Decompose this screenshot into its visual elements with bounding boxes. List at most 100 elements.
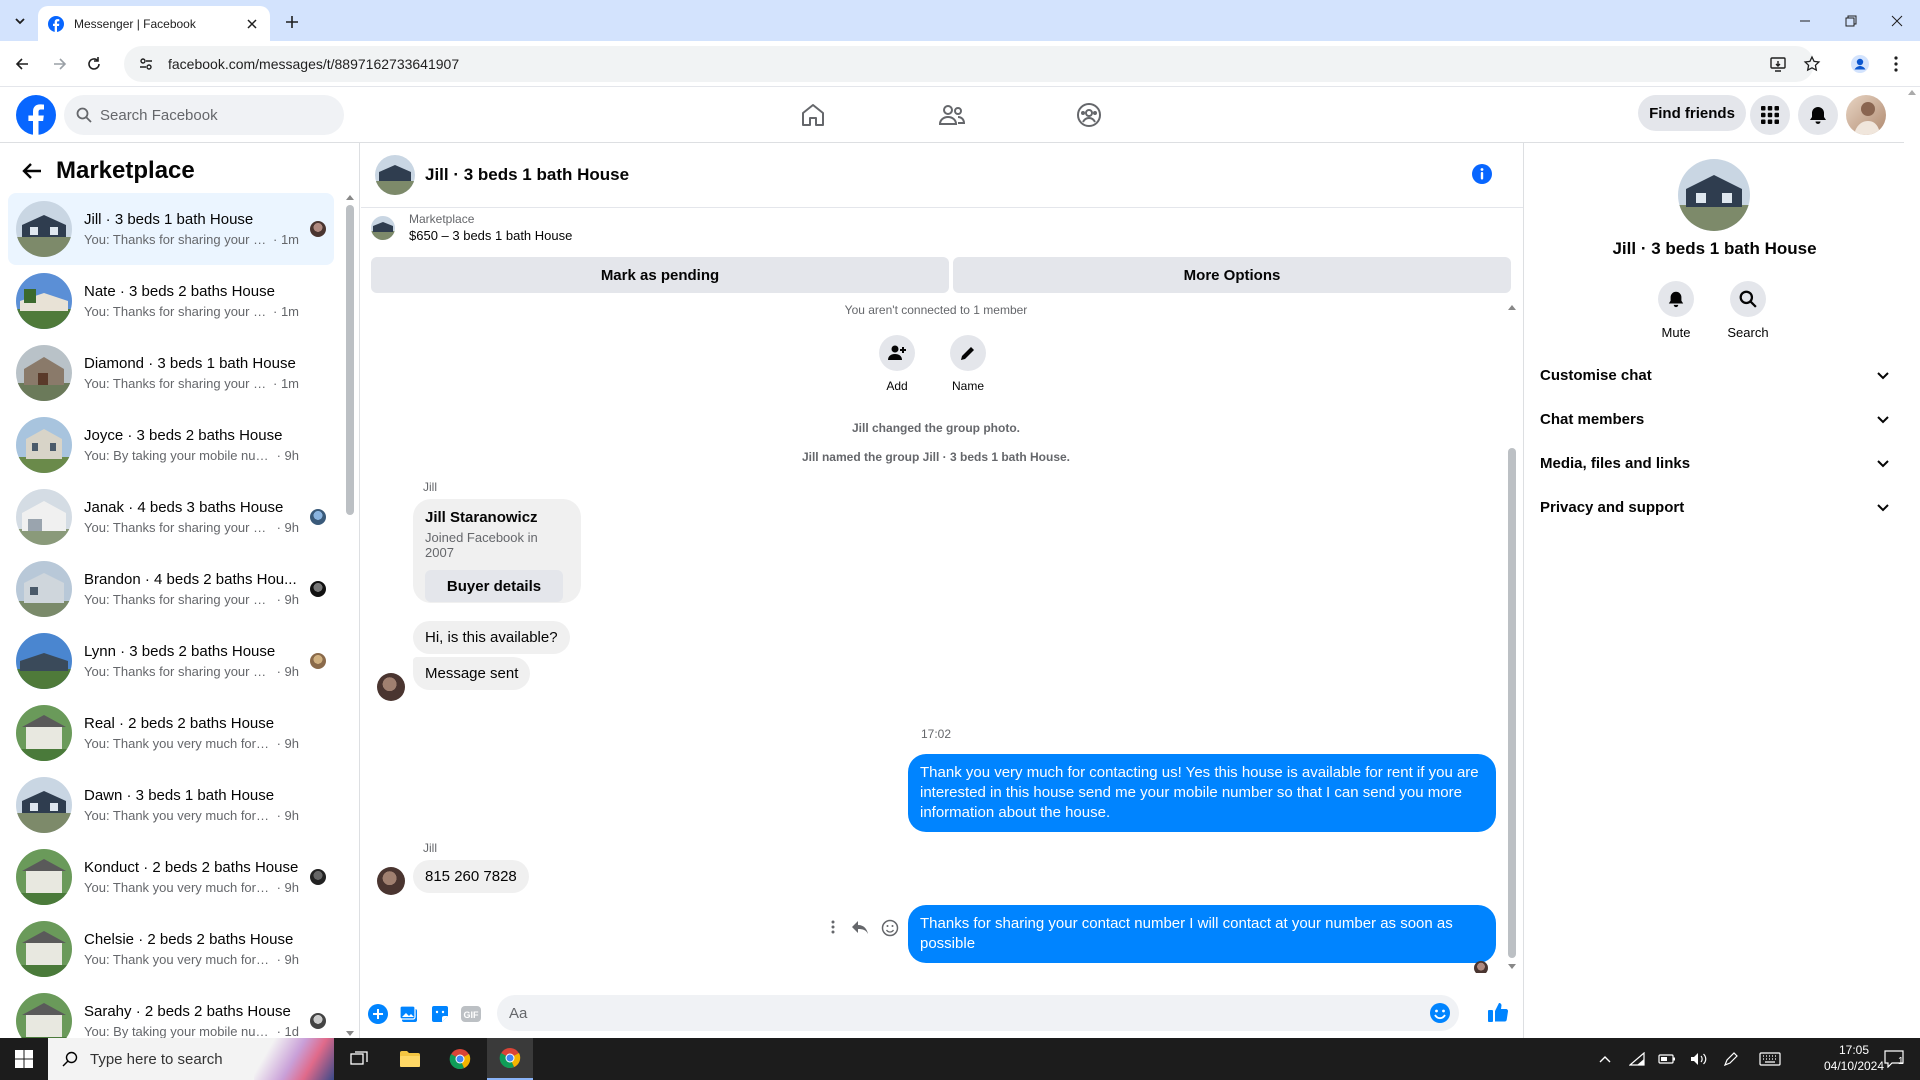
taskbar-search-input[interactable] bbox=[90, 1050, 240, 1068]
more-options-button[interactable]: More Options bbox=[953, 257, 1511, 293]
chat-avatar[interactable] bbox=[375, 155, 415, 195]
conversation-item[interactable]: Konduct · 2 beds 2 baths House You: Thank… bbox=[8, 841, 334, 913]
incoming-message[interactable]: Hi, is this available? bbox=[413, 621, 570, 654]
gif-button[interactable]: GIF bbox=[460, 1003, 482, 1025]
conversation-item[interactable]: Dawn · 3 beds 1 bath House You: Thank you… bbox=[8, 769, 334, 841]
conversation-item[interactable]: Brandon · 4 beds 2 baths Hou... You: Than… bbox=[8, 553, 334, 625]
mute-button[interactable]: Mute bbox=[1646, 281, 1706, 340]
conversation-item[interactable]: Lynn · 3 beds 2 baths House You: Thanks f… bbox=[8, 625, 334, 697]
page-scrollbar[interactable] bbox=[1904, 87, 1920, 1038]
sidebar-scrollbar[interactable] bbox=[345, 193, 355, 1038]
conversation-item[interactable]: Real · 2 beds 2 baths House You: Thank yo… bbox=[8, 697, 334, 769]
conversation-item[interactable]: Chelsie · 2 beds 2 baths House You: Thank… bbox=[8, 913, 334, 985]
notifications-button[interactable] bbox=[1798, 95, 1838, 135]
browser-tab-messenger[interactable]: Messenger | Facebook bbox=[38, 6, 270, 41]
install-app-button[interactable] bbox=[1766, 52, 1790, 76]
scroll-down-icon[interactable] bbox=[1506, 963, 1518, 971]
search-in-chat-button[interactable]: Search bbox=[1718, 281, 1778, 340]
nav-home[interactable] bbox=[797, 99, 829, 131]
file-explorer-button[interactable] bbox=[387, 1038, 433, 1080]
scroll-up-icon[interactable] bbox=[345, 193, 355, 201]
notification-center-button[interactable]: 1 bbox=[1876, 1038, 1912, 1080]
address-bar[interactable]: facebook.com/messages/t/8897162733641907 bbox=[124, 46, 1814, 82]
conversation-item[interactable]: Sarahy · 2 beds 2 baths House You: By tak… bbox=[8, 985, 334, 1038]
conversation-item[interactable]: Diamond · 3 beds 1 bath House You: Thanks… bbox=[8, 337, 334, 409]
scroll-up-icon[interactable] bbox=[1506, 303, 1518, 311]
scroll-down-icon[interactable] bbox=[345, 1030, 355, 1038]
buyer-details-button[interactable]: Buyer details bbox=[425, 570, 563, 602]
more-options-composer-button[interactable] bbox=[367, 1003, 389, 1025]
show-hidden-icons-button[interactable] bbox=[1594, 1038, 1616, 1080]
info-icon[interactable] bbox=[1471, 163, 1493, 185]
restore-button[interactable] bbox=[1828, 0, 1874, 41]
outgoing-message[interactable]: Thank you very much for contacting us! Y… bbox=[908, 754, 1496, 832]
like-button[interactable] bbox=[1487, 1001, 1509, 1023]
chrome-profile-button[interactable] bbox=[1848, 52, 1872, 76]
site-info-icon[interactable] bbox=[138, 56, 154, 72]
attach-photo-button[interactable] bbox=[398, 1003, 420, 1025]
bookmark-button[interactable] bbox=[1800, 52, 1824, 76]
sidebar-scroll-thumb[interactable] bbox=[346, 205, 354, 515]
tab-close-icon[interactable] bbox=[244, 16, 260, 32]
add-member-button[interactable]: Add bbox=[862, 335, 932, 393]
account-avatar[interactable] bbox=[1846, 95, 1886, 135]
battery-icon bbox=[1658, 1054, 1675, 1064]
conversation-item[interactable]: Joyce · 3 beds 2 baths House You: By taki… bbox=[8, 409, 334, 481]
conversation-item[interactable]: Janak · 4 beds 3 baths House You: Thanks … bbox=[8, 481, 334, 553]
mark-as-pending-button[interactable]: Mark as pending bbox=[371, 257, 949, 293]
chat-scroll-thumb[interactable] bbox=[1508, 448, 1516, 958]
find-friends-button[interactable]: Find friends bbox=[1638, 95, 1746, 131]
more-actions-icon[interactable] bbox=[827, 919, 839, 935]
chat-members-section[interactable]: Chat members bbox=[1540, 397, 1890, 441]
facebook-search[interactable] bbox=[64, 95, 344, 135]
chat-title[interactable]: Jill · 3 beds 1 bath House bbox=[425, 165, 629, 185]
emoji-react-icon[interactable] bbox=[881, 919, 899, 937]
scroll-up-icon[interactable] bbox=[1904, 87, 1920, 97]
reload-button[interactable] bbox=[82, 52, 106, 76]
nav-groups[interactable] bbox=[1073, 99, 1105, 131]
conversation-item[interactable]: Jill · 3 beds 1 bath House You: Thanks fo… bbox=[8, 193, 334, 265]
start-button[interactable] bbox=[0, 1038, 48, 1080]
tab-search-button[interactable] bbox=[8, 9, 32, 33]
conversation-item[interactable]: Nate · 3 beds 2 baths House You: Thanks f… bbox=[8, 265, 334, 337]
message-input-wrapper[interactable] bbox=[497, 995, 1459, 1031]
menu-button[interactable] bbox=[1750, 95, 1790, 135]
group-avatar[interactable] bbox=[1678, 159, 1750, 231]
minimize-button[interactable] bbox=[1782, 0, 1828, 41]
new-tab-button[interactable] bbox=[280, 10, 304, 34]
facebook-search-input[interactable] bbox=[100, 106, 320, 124]
message-input[interactable] bbox=[509, 1004, 1409, 1022]
search-icon bbox=[76, 107, 92, 123]
chrome-active-taskbar-button[interactable] bbox=[487, 1038, 533, 1080]
sticker-button[interactable] bbox=[429, 1003, 451, 1025]
keyboard-button[interactable] bbox=[1752, 1038, 1788, 1080]
forward-button[interactable] bbox=[48, 52, 72, 76]
sender-avatar[interactable] bbox=[377, 673, 405, 701]
privacy-support-section[interactable]: Privacy and support bbox=[1540, 485, 1890, 529]
sender-avatar[interactable] bbox=[377, 867, 405, 895]
customise-chat-section[interactable]: Customise chat bbox=[1540, 353, 1890, 397]
network-button[interactable] bbox=[1626, 1038, 1648, 1080]
back-arrow-icon[interactable] bbox=[20, 159, 44, 183]
battery-button[interactable] bbox=[1656, 1038, 1678, 1080]
media-files-section[interactable]: Media, files and links bbox=[1540, 441, 1890, 485]
incoming-message[interactable]: 815 260 7828 bbox=[413, 860, 529, 893]
outgoing-message[interactable]: Thanks for sharing your contact number I… bbox=[908, 905, 1496, 963]
taskbar-search[interactable] bbox=[48, 1038, 334, 1080]
chrome-taskbar-button[interactable] bbox=[437, 1038, 483, 1080]
facebook-logo-icon[interactable] bbox=[16, 95, 56, 135]
chrome-menu-button[interactable] bbox=[1884, 52, 1908, 76]
emoji-icon[interactable] bbox=[1429, 1002, 1451, 1024]
volume-button[interactable] bbox=[1688, 1038, 1710, 1080]
marketplace-listing-strip[interactable]: Marketplace $650 – 3 beds 1 bath House bbox=[361, 207, 1523, 247]
name-group-button[interactable]: Name bbox=[933, 335, 1003, 393]
task-view-button[interactable] bbox=[336, 1038, 382, 1080]
nav-friends[interactable] bbox=[936, 99, 968, 131]
pen-button[interactable] bbox=[1720, 1038, 1742, 1080]
incoming-message[interactable]: Message sent bbox=[413, 657, 531, 690]
url-text: facebook.com/messages/t/8897162733641907 bbox=[168, 56, 460, 72]
chat-scrollbar[interactable] bbox=[1506, 303, 1518, 971]
close-window-button[interactable] bbox=[1874, 0, 1920, 41]
back-button[interactable] bbox=[10, 52, 34, 76]
reply-icon[interactable] bbox=[851, 919, 869, 935]
